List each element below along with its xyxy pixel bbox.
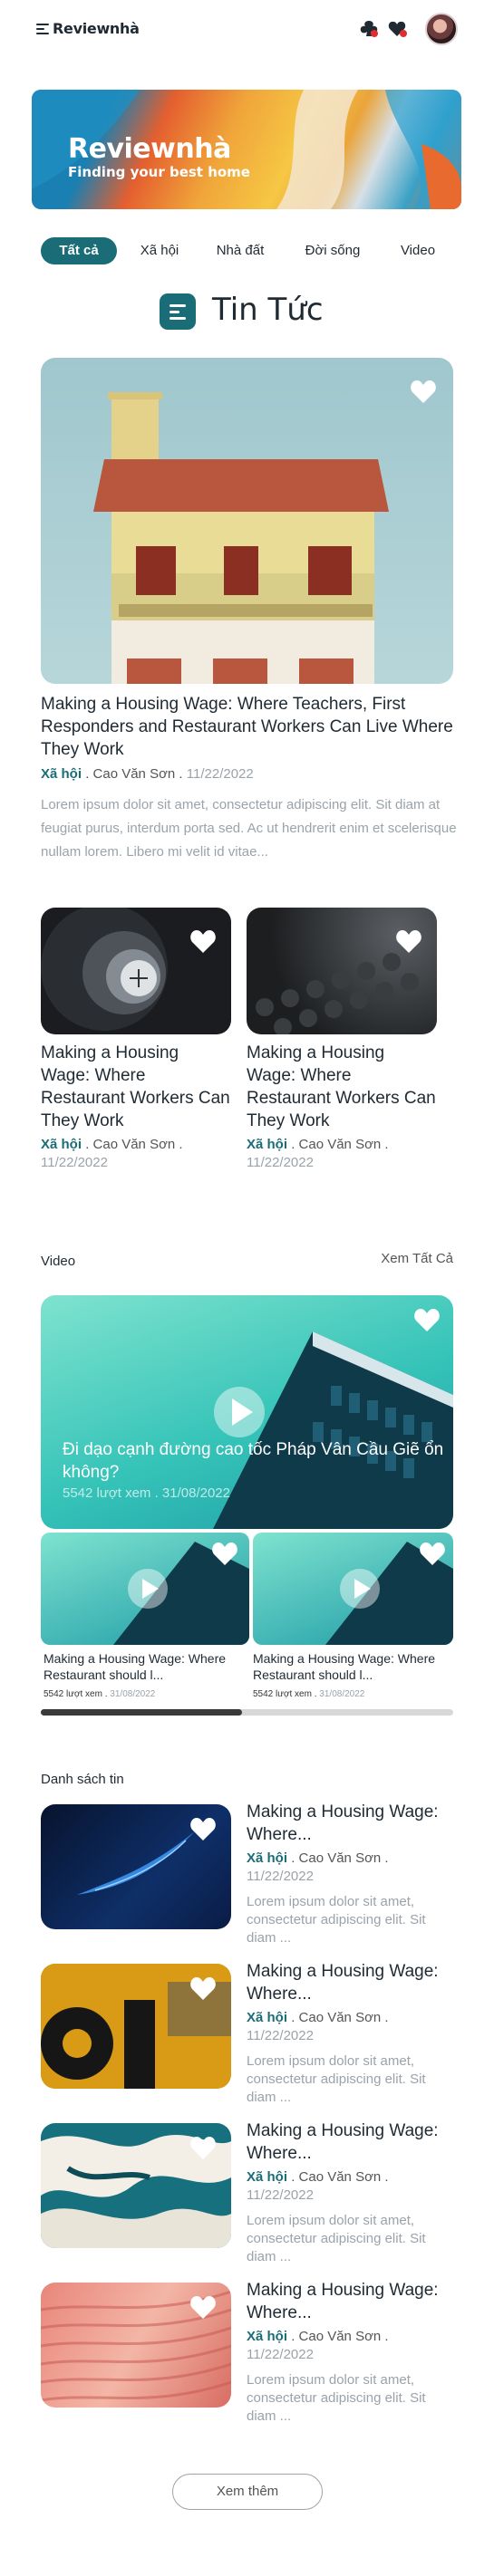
- views-label: 5542 lượt xem .: [253, 1689, 317, 1699]
- heart-icon[interactable]: [189, 1817, 217, 1841]
- heart-icon[interactable]: [410, 380, 437, 404]
- app-logo[interactable]: Reviewnhà: [53, 20, 140, 37]
- list-item-desc: Lorem ipsum dolor sit amet, consectetur …: [247, 2372, 426, 2424]
- tab-all[interactable]: Tất cả: [41, 237, 117, 264]
- list-item-meta: Xã hội . Cao Văn Sơn . 11/22/2022: [247, 2009, 441, 2045]
- date-label: 11/22/2022: [41, 1155, 108, 1170]
- list-item-meta: Xã hội . Cao Văn Sơn . 11/22/2022: [247, 1850, 441, 1886]
- tab-life[interactable]: Đời sống: [293, 237, 373, 264]
- heart-icon[interactable]: [419, 1542, 446, 1566]
- heart-icon[interactable]: [413, 1308, 441, 1332]
- video-item-meta: 5542 lượt xem . 31/08/2022: [253, 1689, 364, 1699]
- list-heading: Danh sách tin: [41, 1772, 124, 1787]
- heart-icon[interactable]: [189, 929, 217, 954]
- heart-icon[interactable]: [211, 1542, 238, 1566]
- list-item[interactable]: Making a Housing Wage: Where... Xã hội .…: [247, 2279, 441, 2426]
- author-label: . Cao Văn Sơn .: [291, 2329, 389, 2344]
- list-item-title[interactable]: Making a Housing Wage: Where...: [247, 1801, 441, 1846]
- category-label[interactable]: Xã hội: [41, 766, 82, 782]
- list-item-desc: Lorem ipsum dolor sit amet, consectetur …: [247, 2213, 426, 2264]
- tab-social[interactable]: Xã hội: [130, 237, 189, 264]
- list-thumb[interactable]: [41, 1964, 231, 2089]
- main-video[interactable]: Đi dạo cạnh đường cao tốc Pháp Vân Cầu G…: [41, 1295, 453, 1529]
- list-item-meta: Xã hội . Cao Văn Sơn . 11/22/2022: [247, 2168, 441, 2205]
- banner-title: Reviewnhà: [68, 133, 231, 165]
- date-label: 11/22/2022: [247, 1869, 314, 1884]
- card-meta: Xã hội . Cao Văn Sơn . 11/22/2022: [247, 1136, 437, 1172]
- category-label[interactable]: Xã hội: [247, 2010, 287, 2025]
- date-label: 11/22/2022: [247, 2347, 314, 2362]
- list-item[interactable]: Making a Housing Wage: Where... Xã hội .…: [247, 2119, 441, 2266]
- list-item[interactable]: Making a Housing Wage: Where... Xã hội .…: [247, 1801, 441, 1947]
- author-label: . Cao Văn Sơn .: [291, 1137, 389, 1152]
- list-item-title[interactable]: Making a Housing Wage: Where...: [247, 2279, 441, 2324]
- author-label: . Cao Văn Sơn .: [291, 1850, 389, 1866]
- featured-image[interactable]: [41, 358, 453, 684]
- date-label: 11/22/2022: [247, 2187, 314, 2203]
- list-item-desc: Lorem ipsum dolor sit amet, consectetur …: [247, 2053, 426, 2105]
- list-item-title[interactable]: Making a Housing Wage: Where...: [247, 1960, 441, 2005]
- list-thumb[interactable]: [41, 2283, 231, 2408]
- club-icon[interactable]: [359, 20, 379, 38]
- date-label: 11/22/2022: [186, 766, 254, 782]
- list-item-title[interactable]: Making a Housing Wage: Where...: [247, 2119, 441, 2165]
- hero-banner[interactable]: Reviewnhà Finding your best home: [32, 90, 461, 209]
- list-item-desc: Lorem ipsum dolor sit amet, consectetur …: [247, 1894, 426, 1946]
- date-label: 31/08/2022: [319, 1689, 365, 1699]
- category-label[interactable]: Xã hội: [247, 2169, 287, 2185]
- video-scrollbar[interactable]: [41, 1709, 453, 1716]
- author-label: . Cao Văn Sơn .: [291, 2010, 389, 2025]
- video-thumb[interactable]: [41, 1533, 249, 1645]
- top-bar: Reviewnhà: [0, 0, 494, 58]
- video-heading: Video: [41, 1254, 76, 1269]
- heart-icon[interactable]: [395, 929, 422, 954]
- main-video-title[interactable]: Đi dạo cạnh đường cao tốc Pháp Vân Cầu G…: [63, 1438, 452, 1484]
- list-thumb[interactable]: [41, 1804, 231, 1929]
- scroll-thumb[interactable]: [41, 1709, 242, 1716]
- avatar[interactable]: [425, 13, 458, 45]
- favorites-icon[interactable]: [388, 20, 408, 38]
- list-item-meta: Xã hội . Cao Văn Sơn . 11/22/2022: [247, 2328, 441, 2364]
- list-icon: [160, 293, 196, 330]
- card-image[interactable]: [247, 908, 437, 1034]
- video-item-meta: 5542 lượt xem . 31/08/2022: [44, 1689, 155, 1699]
- video-item-title[interactable]: Making a Housing Wage: Where Restaurant …: [44, 1650, 250, 1683]
- category-label[interactable]: Xã hội: [247, 1850, 287, 1866]
- tab-real-estate[interactable]: Nhà đất: [206, 237, 275, 264]
- list-thumb[interactable]: [41, 2123, 231, 2248]
- video-item-title[interactable]: Making a Housing Wage: Where Restaurant …: [253, 1650, 453, 1683]
- see-all-link[interactable]: Xem Tất Cả: [381, 1251, 453, 1266]
- featured-meta: Xã hội . Cao Văn Sơn . 11/22/2022: [41, 765, 458, 783]
- author-label: . Cao Văn Sơn .: [291, 2169, 389, 2185]
- heart-icon[interactable]: [189, 2295, 217, 2320]
- card-image[interactable]: [41, 908, 231, 1034]
- date-label: 11/22/2022: [247, 1155, 314, 1170]
- card-title[interactable]: Making a Housing Wage: Where Restaurant …: [247, 1042, 437, 1132]
- featured-title[interactable]: Making a Housing Wage: Where Teachers, F…: [41, 693, 458, 761]
- menu-icon[interactable]: [36, 24, 49, 34]
- card-meta: Xã hội . Cao Văn Sơn . 11/22/2022: [41, 1136, 231, 1172]
- heart-icon[interactable]: [189, 1976, 217, 2001]
- load-more-button[interactable]: Xem thêm: [172, 2474, 323, 2510]
- main-video-views: 5542 lượt xem . 31/08/2022: [63, 1485, 230, 1501]
- author-label: . Cao Văn Sơn .: [85, 1137, 183, 1152]
- video-thumb[interactable]: [253, 1533, 453, 1645]
- views-label: 5542 lượt xem .: [44, 1689, 108, 1699]
- category-label[interactable]: Xã hội: [247, 2329, 287, 2344]
- tab-video[interactable]: Video: [390, 237, 446, 264]
- date-label: 31/08/2022: [110, 1689, 156, 1699]
- list-item[interactable]: Making a Housing Wage: Where... Xã hội .…: [247, 1960, 441, 2107]
- banner-subtitle: Finding your best home: [68, 164, 250, 180]
- author-label: . Cao Văn Sơn .: [85, 766, 183, 782]
- card-title[interactable]: Making a Housing Wage: Where Restaurant …: [41, 1042, 231, 1132]
- heart-icon[interactable]: [189, 2136, 217, 2160]
- featured-desc: Lorem ipsum dolor sit amet, consectetur …: [41, 797, 457, 860]
- section-title: Tin Tức: [212, 292, 324, 328]
- date-label: 11/22/2022: [247, 2028, 314, 2043]
- category-label[interactable]: Xã hội: [41, 1137, 82, 1152]
- category-label[interactable]: Xã hội: [247, 1137, 287, 1152]
